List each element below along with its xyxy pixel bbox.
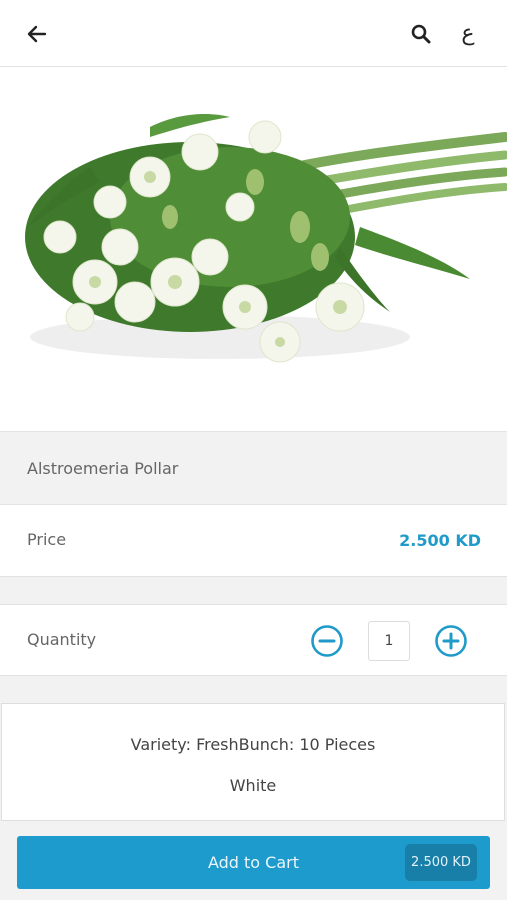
back-button[interactable]: [21, 18, 53, 50]
quantity-input[interactable]: 1: [368, 621, 410, 661]
price-value: 2.500 KD: [399, 531, 481, 550]
plus-circle-icon: [435, 625, 467, 657]
product-image: [0, 67, 507, 431]
price-row: Price 2.500 KD: [0, 505, 507, 577]
minus-circle-icon: [311, 625, 343, 657]
variety-card[interactable]: Variety: FreshBunch: 10 Pieces White: [1, 703, 505, 821]
add-to-cart-button[interactable]: Add to Cart 2.500 KD: [17, 836, 490, 889]
price-label: Price: [27, 530, 67, 549]
product-name: Alstroemeria Pollar: [27, 459, 179, 478]
cart-price-badge: 2.500 KD: [405, 844, 477, 881]
language-toggle[interactable]: ع: [452, 17, 484, 49]
bouquet-illustration: [0, 67, 507, 431]
quantity-label: Quantity: [27, 630, 97, 649]
variety-color: White: [229, 776, 277, 795]
product-name-row: Alstroemeria Pollar: [0, 431, 507, 505]
search-icon: [411, 24, 431, 44]
decrease-quantity-button[interactable]: [310, 624, 344, 658]
top-bar: ع: [0, 0, 507, 67]
variety-description: Variety: FreshBunch: 10 Pieces: [130, 735, 376, 754]
increase-quantity-button[interactable]: [434, 624, 468, 658]
search-button[interactable]: [405, 18, 437, 50]
quantity-row: Quantity 1: [0, 604, 507, 676]
arrow-left-icon: [27, 25, 47, 43]
